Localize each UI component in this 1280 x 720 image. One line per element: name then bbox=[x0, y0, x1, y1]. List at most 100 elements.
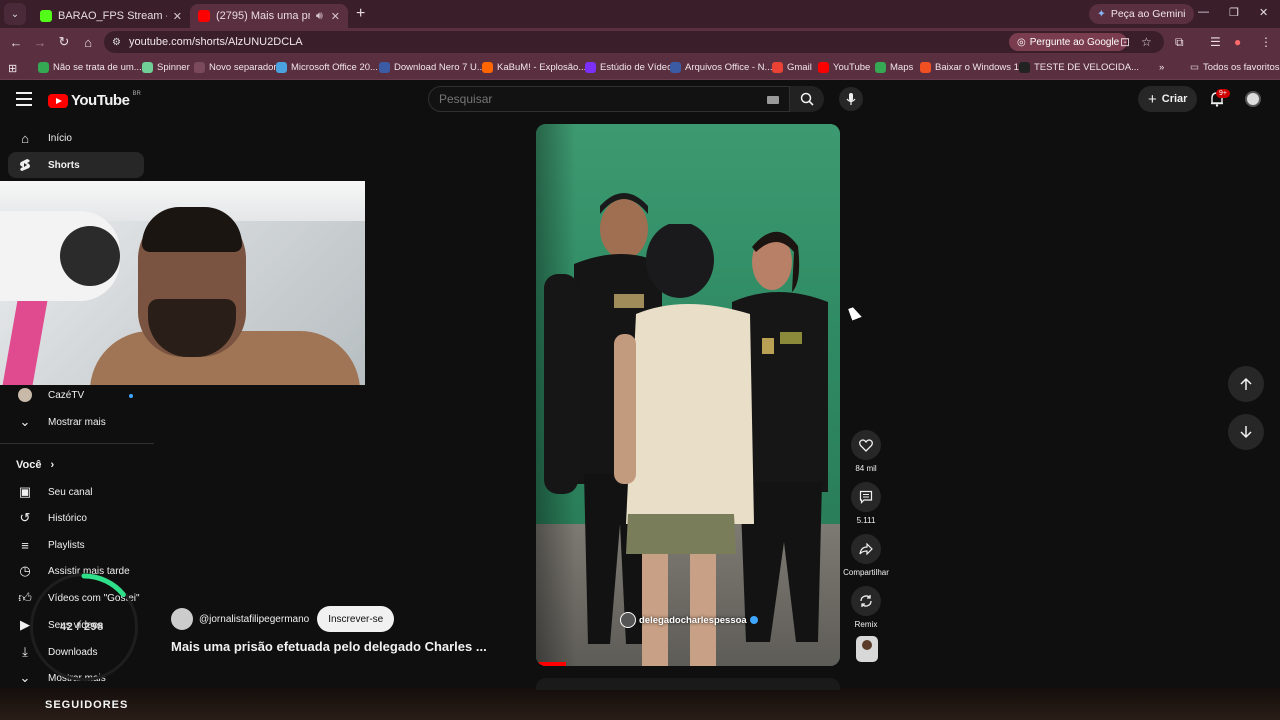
youtube-logo[interactable]: YouTube BR bbox=[48, 91, 141, 109]
share-label: Compartilhar bbox=[843, 568, 889, 577]
browser-menu-icon[interactable]: ⋮ bbox=[1260, 35, 1272, 49]
sidebar-item-label: Shorts bbox=[48, 159, 80, 171]
close-tab-icon[interactable]: ✕ bbox=[331, 10, 340, 23]
browser-tab-stream[interactable]: BARAO_FPS Stream - Watch Live ✕ bbox=[32, 4, 190, 28]
search-button[interactable] bbox=[790, 86, 824, 112]
show-more-subscriptions[interactable]: ⌄ Mostrar mais bbox=[8, 409, 144, 435]
you-section-heading[interactable]: Você › bbox=[16, 459, 54, 471]
bookmark-favicon-icon bbox=[194, 62, 205, 73]
forward-arrow-icon[interactable]: → bbox=[28, 35, 52, 50]
sidebar-item-shorts[interactable]: Shorts bbox=[8, 152, 144, 178]
remix-action[interactable]: Remix bbox=[843, 586, 889, 629]
url-bar[interactable]: ⚙ youtube.com/shorts/AlzUNU2DCLA bbox=[104, 31, 1164, 53]
followers-label: SEGUIDORES bbox=[45, 699, 129, 711]
bookmark-item[interactable]: Não se trata de um... bbox=[38, 62, 142, 73]
bookmark-star-icon[interactable]: ☆ bbox=[1141, 35, 1152, 49]
search-box[interactable] bbox=[428, 86, 790, 112]
bookmark-item[interactable]: Spinner bbox=[142, 62, 190, 73]
comments-button[interactable] bbox=[851, 482, 881, 512]
sidebar-item-history[interactable]: ↺ Histórico bbox=[8, 505, 144, 531]
like-action[interactable]: 84 mil bbox=[843, 430, 889, 473]
voice-search-button[interactable] bbox=[839, 87, 863, 111]
back-arrow-icon[interactable]: ← bbox=[4, 35, 28, 50]
bookmark-favicon-icon bbox=[818, 62, 829, 73]
install-app-icon[interactable]: ⊡ bbox=[1120, 35, 1130, 49]
share-action[interactable]: Compartilhar bbox=[843, 534, 889, 577]
verified-badge-icon bbox=[749, 616, 758, 624]
gemini-button[interactable]: ✦ Peça ao Gemini bbox=[1089, 4, 1194, 24]
bookmark-item[interactable]: Novo separador bbox=[194, 62, 277, 73]
sidebar-item-label: Playlists bbox=[48, 539, 85, 551]
all-bookmarks-button[interactable]: ▭ Todos os favoritos bbox=[1190, 62, 1280, 73]
bookmark-item[interactable]: Estúdio de Vídeo bbox=[585, 62, 672, 73]
next-short-preview[interactable] bbox=[536, 678, 840, 690]
bookmark-item[interactable]: YouTube bbox=[818, 62, 870, 73]
restore-window-icon[interactable]: ❐ bbox=[1229, 6, 1239, 19]
sidebar-item-your-channel[interactable]: ▣ Seu canal bbox=[8, 479, 144, 505]
bookmark-item[interactable]: Maps bbox=[875, 62, 913, 73]
hamburger-menu-icon[interactable] bbox=[16, 92, 32, 106]
share-button[interactable] bbox=[851, 534, 881, 564]
keyboard-icon[interactable] bbox=[767, 96, 779, 104]
notification-badge: 9+ bbox=[1216, 89, 1230, 98]
site-info-icon[interactable]: ⚙ bbox=[112, 37, 121, 48]
remix-button[interactable] bbox=[851, 586, 881, 616]
bookmark-item[interactable]: Baixar o Windows 10 bbox=[920, 62, 1024, 73]
bookmark-favicon-icon bbox=[142, 62, 153, 73]
close-window-icon[interactable]: ✕ bbox=[1259, 6, 1268, 19]
video-progress-bar[interactable] bbox=[536, 662, 567, 666]
chevron-down-icon: ⌄ bbox=[19, 414, 31, 429]
like-button[interactable] bbox=[851, 430, 881, 460]
account-avatar[interactable] bbox=[1245, 91, 1261, 107]
channel-thumbnail[interactable] bbox=[856, 636, 878, 662]
channel-avatar[interactable] bbox=[171, 608, 193, 630]
bookmark-item[interactable]: Arquivos Office - N... bbox=[670, 62, 772, 73]
bookmark-item[interactable]: Download Nero 7 U... bbox=[379, 62, 485, 73]
sidebar-item-home[interactable]: ⌂ Início bbox=[8, 125, 144, 151]
channel-info: @jornalistafilipegermano Inscrever-se bbox=[171, 606, 395, 632]
new-tab-button[interactable]: + bbox=[356, 5, 365, 23]
ask-google-button[interactable]: ◎ Pergunte ao Google bbox=[1009, 33, 1128, 51]
shorts-icon bbox=[16, 158, 34, 172]
bookmark-favicon-icon bbox=[875, 62, 886, 73]
profile-icon[interactable]: ● bbox=[1234, 35, 1241, 49]
home-icon: ⌂ bbox=[21, 130, 29, 146]
reload-icon[interactable]: ↻ bbox=[52, 34, 76, 50]
tab-search-button[interactable]: ⌄ bbox=[4, 3, 26, 25]
apps-grid-icon[interactable]: ⊞ bbox=[8, 62, 17, 75]
bookmark-label: Novo separador bbox=[209, 62, 277, 73]
more-bookmarks-icon[interactable]: » bbox=[1159, 62, 1164, 73]
shorts-video-player[interactable]: delegadocharlespessoa bbox=[536, 124, 840, 666]
audio-icon[interactable]: 🔊︎ bbox=[316, 10, 323, 23]
extensions-icon[interactable]: ⧉ bbox=[1175, 35, 1184, 50]
bookmark-item[interactable]: TESTE DE VELOCIDA... bbox=[1019, 62, 1139, 73]
previous-short-button[interactable] bbox=[1228, 366, 1264, 402]
minimize-window-icon[interactable]: — bbox=[1198, 6, 1209, 18]
bookmark-item[interactable]: Gmail bbox=[772, 62, 812, 73]
reading-list-icon[interactable]: ☰ bbox=[1210, 35, 1221, 49]
home-browser-icon[interactable]: ⌂ bbox=[76, 35, 100, 50]
channel-handle[interactable]: @jornalistafilipegermano bbox=[199, 614, 309, 625]
create-button[interactable]: + Criar bbox=[1138, 86, 1198, 112]
comments-action[interactable]: 5.111 bbox=[843, 482, 889, 525]
bookmark-item[interactable]: Microsoft Office 20... bbox=[276, 62, 378, 73]
next-short-button[interactable] bbox=[1228, 414, 1264, 450]
sidebar-item-cazetv[interactable]: CazéTV bbox=[8, 382, 144, 408]
bookmark-favicon-icon bbox=[38, 62, 49, 73]
close-tab-icon[interactable]: ✕ bbox=[173, 10, 182, 23]
channel-icon: ▣ bbox=[18, 484, 32, 499]
remix-label: Remix bbox=[854, 620, 878, 629]
lens-icon: ◎ bbox=[1017, 36, 1026, 48]
subscribe-button[interactable]: Inscrever-se bbox=[317, 606, 395, 632]
channel-avatar bbox=[16, 388, 34, 402]
search-input[interactable] bbox=[439, 92, 759, 106]
sidebar-item-playlists[interactable]: ≡ Playlists bbox=[8, 532, 144, 558]
browser-tab-youtube[interactable]: (2795) Mais uma prisão efetuada 🔊︎ ✕ bbox=[190, 4, 348, 28]
sidebar-item-label: Início bbox=[48, 132, 72, 144]
youtube-play-icon bbox=[48, 93, 68, 108]
bookmark-item[interactable]: KaBuM! - Explosão... bbox=[482, 62, 586, 73]
tab-title: BARAO_FPS Stream - Watch Live bbox=[58, 10, 167, 22]
search-icon bbox=[800, 92, 814, 106]
gemini-icon: ✦ bbox=[1097, 8, 1106, 20]
short-title[interactable]: Mais uma prisão efetuada pelo delegado C… bbox=[171, 639, 487, 654]
